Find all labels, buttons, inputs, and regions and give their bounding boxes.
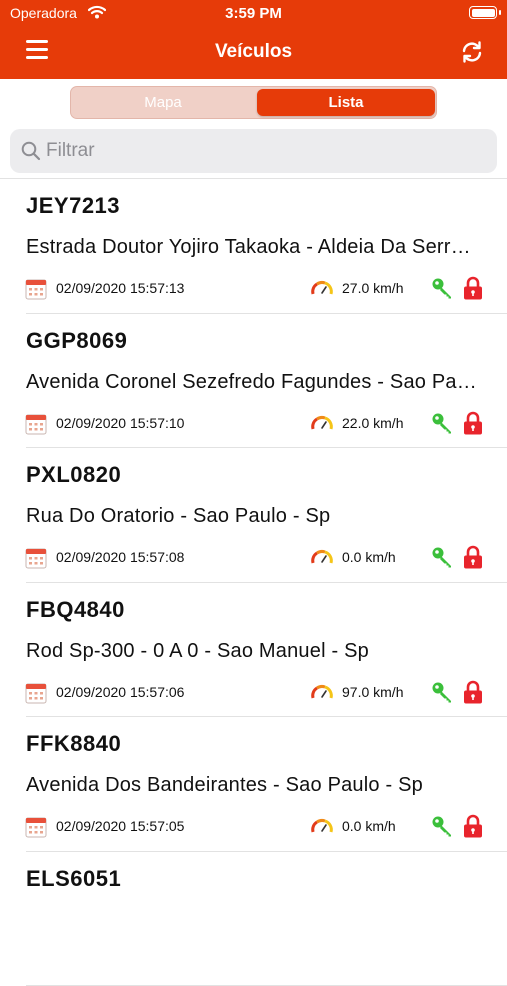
search-icon xyxy=(21,141,41,166)
vehicle-speed: 0.0 km/h xyxy=(342,549,396,565)
lock-icon xyxy=(462,411,484,440)
vehicle-datetime: 02/09/2020 15:57:13 xyxy=(56,280,184,296)
vehicle-row[interactable]: GGP8069 Avenida Coronel Sezefredo Fagund… xyxy=(0,314,507,449)
speedometer-icon xyxy=(310,816,334,841)
search-input[interactable] xyxy=(46,129,486,173)
calendar-icon xyxy=(25,816,47,843)
lock-icon xyxy=(462,545,484,574)
vehicle-row[interactable]: PXL0820 Rua Do Oratorio - Sao Paulo - Sp… xyxy=(0,448,507,583)
vehicle-plate: FBQ4840 xyxy=(26,597,125,623)
lock-icon xyxy=(462,276,484,305)
speedometer-icon xyxy=(310,278,334,303)
search-bar xyxy=(10,129,497,173)
vehicle-plate: PXL0820 xyxy=(26,462,121,488)
status-bar: Operadora 3:59 PM xyxy=(0,0,507,28)
vehicle-row[interactable]: JEY7213 Estrada Doutor Yojiro Takaoka - … xyxy=(0,179,507,314)
vehicle-speed: 27.0 km/h xyxy=(342,280,403,296)
vehicle-address: Estrada Doutor Yojiro Takaoka - Aldeia D… xyxy=(26,236,481,259)
lock-icon xyxy=(462,680,484,709)
vehicle-plate: GGP8069 xyxy=(26,328,127,354)
speedometer-icon xyxy=(310,413,334,438)
vehicle-speed: 97.0 km/h xyxy=(342,684,403,700)
vehicle-address: Rod Sp-300 - 0 A 0 - Sao Manuel - Sp xyxy=(26,640,481,663)
vehicle-row[interactable]: FFK8840 Avenida Dos Bandeirantes - Sao P… xyxy=(0,717,507,852)
refresh-button[interactable] xyxy=(459,39,485,65)
vehicle-plate: JEY7213 xyxy=(26,193,120,219)
ignition-key-icon xyxy=(430,276,454,305)
ignition-key-icon xyxy=(430,814,454,843)
vehicle-list: JEY7213 Estrada Doutor Yojiro Takaoka - … xyxy=(0,179,507,986)
calendar-icon xyxy=(25,547,47,574)
segment-map[interactable]: Mapa xyxy=(73,89,253,116)
vehicle-row[interactable]: FBQ4840 Rod Sp-300 - 0 A 0 - Sao Manuel … xyxy=(0,583,507,718)
vehicle-address: Avenida Coronel Sezefredo Fagundes - Sao… xyxy=(26,371,481,394)
speedometer-icon xyxy=(310,682,334,707)
vehicle-plate: FFK8840 xyxy=(26,731,121,757)
vehicle-datetime: 02/09/2020 15:57:10 xyxy=(56,415,184,431)
vehicle-datetime: 02/09/2020 15:57:08 xyxy=(56,549,184,565)
segment-list[interactable]: Lista xyxy=(257,89,435,116)
vehicle-datetime: 02/09/2020 15:57:06 xyxy=(56,684,184,700)
calendar-icon xyxy=(25,682,47,709)
vehicle-plate: ELS6051 xyxy=(26,866,121,892)
calendar-icon xyxy=(25,413,47,440)
vehicle-datetime: 02/09/2020 15:57:05 xyxy=(56,818,184,834)
vehicle-speed: 0.0 km/h xyxy=(342,818,396,834)
refresh-icon xyxy=(459,39,485,65)
view-segmented-control: Mapa Lista xyxy=(70,86,437,119)
battery-icon xyxy=(469,6,497,19)
lock-icon xyxy=(462,814,484,843)
calendar-icon xyxy=(25,278,47,305)
page-title: Veículos xyxy=(0,41,507,63)
status-time: 3:59 PM xyxy=(0,5,507,22)
app-header: Operadora 3:59 PM Veículos xyxy=(0,0,507,79)
speedometer-icon xyxy=(310,547,334,572)
ignition-key-icon xyxy=(430,680,454,709)
vehicle-row[interactable]: ELS6051 xyxy=(0,852,507,986)
vehicle-address: Avenida Dos Bandeirantes - Sao Paulo - S… xyxy=(26,774,481,797)
vehicle-speed: 22.0 km/h xyxy=(342,415,403,431)
ignition-key-icon xyxy=(430,411,454,440)
ignition-key-icon xyxy=(430,545,454,574)
vehicle-address: Rua Do Oratorio - Sao Paulo - Sp xyxy=(26,505,481,528)
